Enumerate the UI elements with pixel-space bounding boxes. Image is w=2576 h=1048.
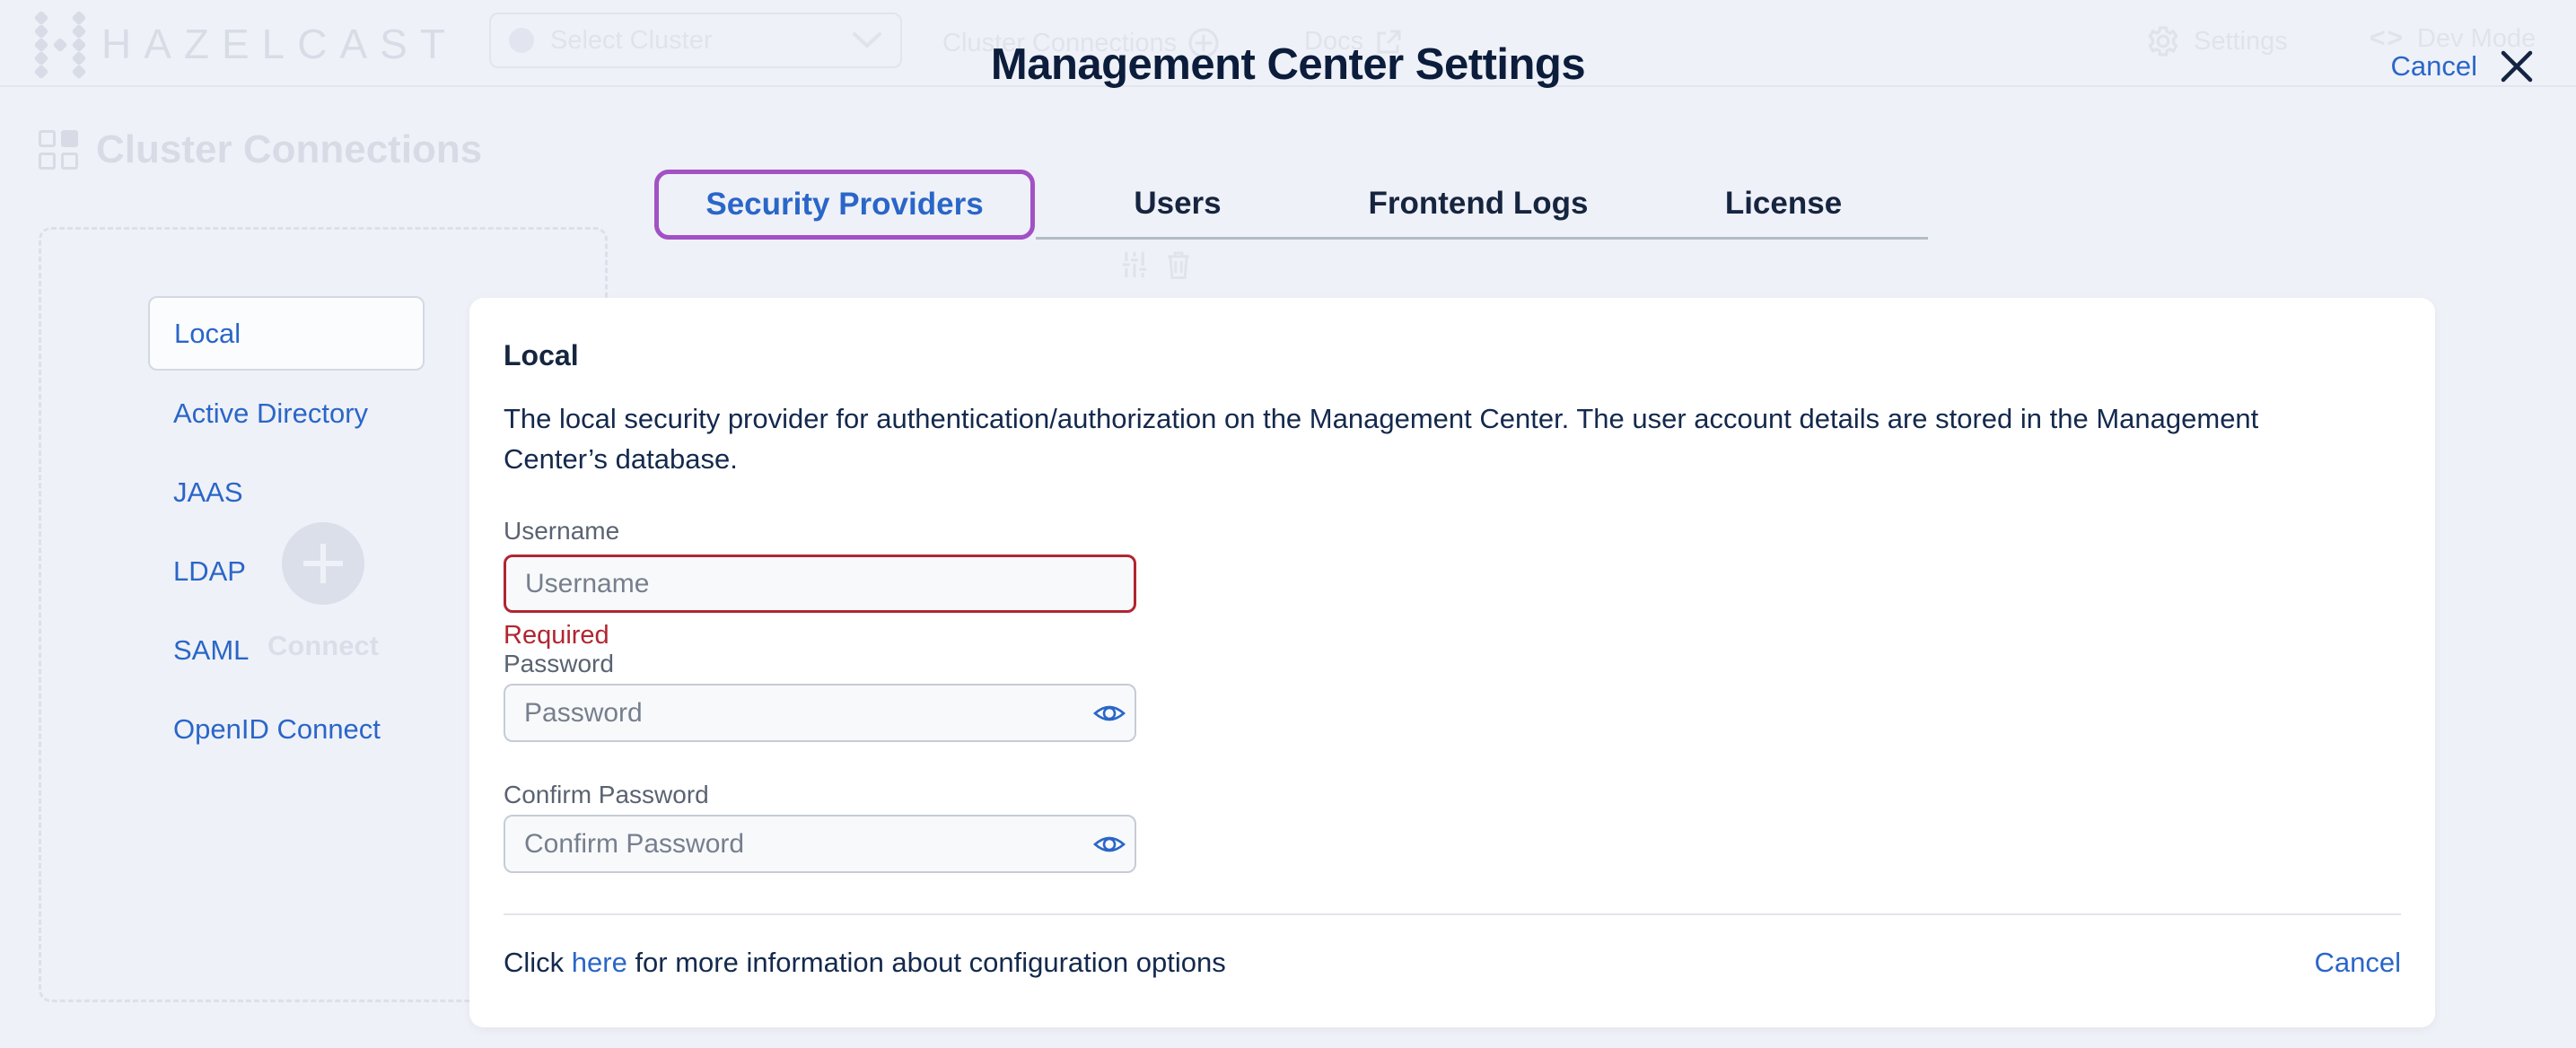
footer-here-link[interactable]: here bbox=[572, 947, 627, 978]
confirm-password-label: Confirm Password bbox=[504, 781, 709, 809]
username-label: Username bbox=[504, 517, 619, 546]
password-input[interactable] bbox=[504, 684, 1136, 742]
modal-cancel-link[interactable]: Cancel bbox=[2391, 50, 2478, 83]
eye-icon bbox=[1091, 831, 1127, 858]
tab-license[interactable]: License bbox=[1694, 186, 1873, 222]
footer-divider bbox=[504, 913, 2401, 915]
footer-cancel-link[interactable]: Cancel bbox=[2315, 947, 2402, 979]
footer-text-pre: Click bbox=[504, 947, 572, 978]
panel-footer: Click here for more information about co… bbox=[504, 947, 2401, 979]
provider-description: The local security provider for authenti… bbox=[504, 398, 2344, 479]
eye-icon bbox=[1091, 700, 1127, 727]
provider-form-panel: Local The local security provider for au… bbox=[469, 298, 2435, 1027]
sidebar-item-jaas[interactable]: JAAS bbox=[173, 476, 243, 510]
password-visibility-toggle[interactable] bbox=[1089, 695, 1130, 731]
tab-security-providers[interactable]: Security Providers bbox=[654, 170, 1035, 240]
modal-title: Management Center Settings bbox=[0, 39, 2576, 90]
provider-heading: Local bbox=[504, 339, 579, 372]
username-input[interactable] bbox=[504, 555, 1136, 613]
confirm-password-visibility-toggle[interactable] bbox=[1089, 826, 1130, 862]
sidebar-item-ldap[interactable]: LDAP bbox=[173, 555, 246, 589]
password-label: Password bbox=[504, 650, 614, 678]
management-center-settings-modal: Management Center Settings Cancel Securi… bbox=[0, 0, 2576, 1048]
sidebar-item-saml[interactable]: SAML bbox=[173, 633, 249, 668]
confirm-password-input[interactable] bbox=[504, 815, 1136, 873]
close-icon[interactable] bbox=[2497, 47, 2537, 86]
footer-text-post: for more information about configuration… bbox=[627, 947, 1226, 978]
sidebar-item-local[interactable]: Local bbox=[148, 296, 425, 371]
username-error: Required bbox=[504, 621, 609, 651]
tabs-underline bbox=[1036, 237, 1928, 240]
footer-info-text: Click here for more information about co… bbox=[504, 947, 1226, 979]
sidebar-item-openid-connect[interactable]: OpenID Connect bbox=[173, 712, 381, 747]
sidebar-item-active-directory[interactable]: Active Directory bbox=[173, 397, 368, 431]
tab-users[interactable]: Users bbox=[1106, 186, 1249, 222]
modal-header-actions: Cancel bbox=[2391, 47, 2537, 86]
tab-frontend-logs[interactable]: Frontend Logs bbox=[1344, 186, 1613, 222]
